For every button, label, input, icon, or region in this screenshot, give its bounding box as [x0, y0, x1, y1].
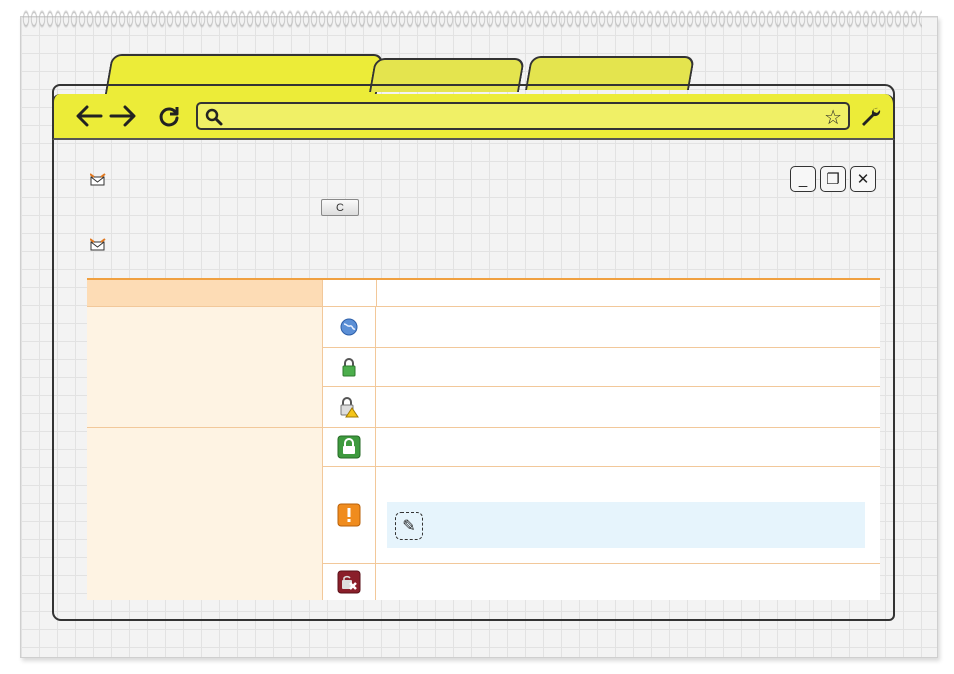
row-description-2 — [376, 348, 880, 386]
refresh-button[interactable]: C — [321, 199, 359, 216]
group-cell-1 — [87, 307, 322, 427]
table-header-2 — [322, 280, 376, 306]
lock-icon — [322, 348, 376, 386]
search-icon — [205, 108, 223, 126]
mail-icon-2 — [90, 238, 106, 251]
star-icon[interactable]: ☆ — [824, 105, 842, 130]
table-header-3 — [376, 280, 880, 306]
wrench-icon[interactable] — [858, 104, 882, 135]
row-description-4 — [376, 428, 880, 466]
close-icon[interactable]: ✕ — [850, 166, 876, 192]
mail-icon — [90, 173, 106, 186]
table-header-1 — [87, 280, 322, 306]
maximize-icon[interactable]: ❐ — [820, 166, 846, 192]
red-lock-error-icon — [322, 564, 376, 600]
group-cell-2 — [87, 428, 322, 600]
reload-icon[interactable] — [154, 101, 184, 131]
green-lock-icon — [322, 428, 376, 466]
globe-icon — [322, 307, 376, 347]
minimize-icon[interactable]: _ — [790, 166, 816, 192]
orange-alert-icon — [322, 467, 376, 563]
note-box: ✎ — [387, 502, 865, 548]
lock-warning-icon — [322, 387, 376, 427]
forward-arrow-icon[interactable] — [108, 101, 138, 131]
row-description-3 — [376, 387, 880, 427]
spiral-binding — [22, 6, 922, 32]
row-description-1 — [376, 307, 880, 347]
security-icon-table: ✎ — [87, 278, 880, 600]
pencil-note-icon: ✎ — [395, 512, 423, 540]
address-bar[interactable]: ☆ — [196, 102, 850, 130]
row-description-6 — [376, 564, 880, 600]
back-arrow-icon[interactable] — [74, 101, 104, 131]
